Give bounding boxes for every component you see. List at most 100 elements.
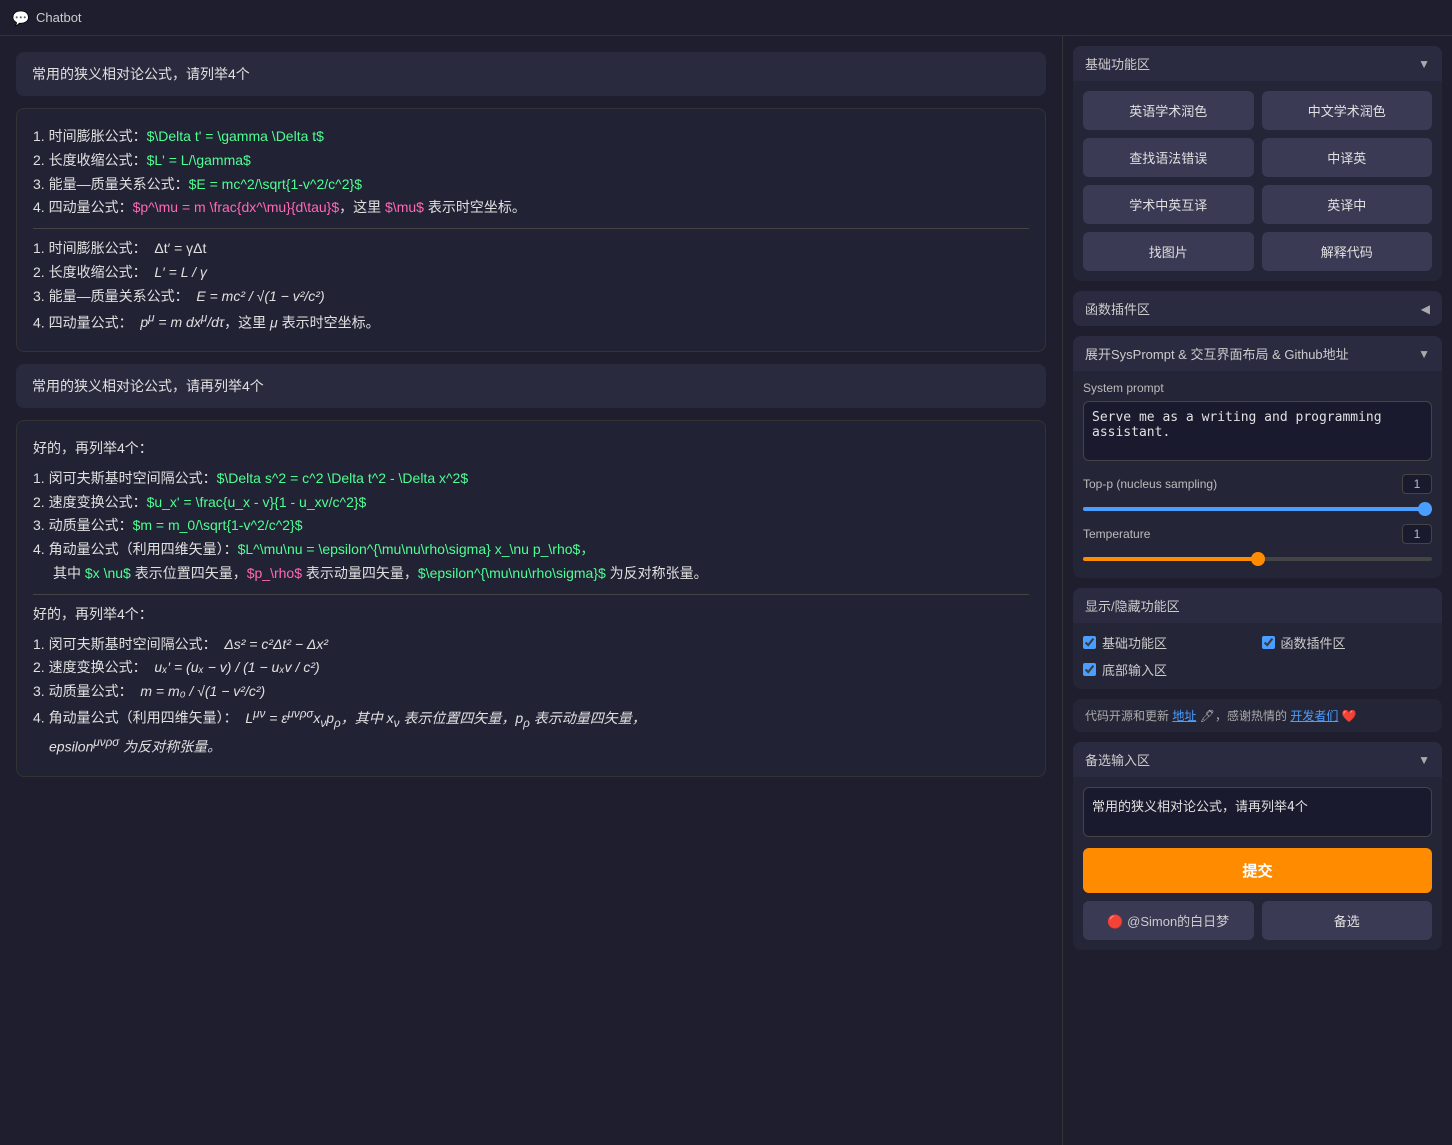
- formula-green-ang: $L^\mu\nu = \epsilon^{\mu\nu\rho\sigma} …: [238, 541, 595, 557]
- footer-link1[interactable]: 地址: [1172, 709, 1196, 723]
- backup-body: 提交 🔴 @Simon的白日梦 备选: [1073, 777, 1442, 950]
- btn-zh-en[interactable]: 中译英: [1262, 138, 1433, 177]
- formula-line-4: 4. 四动量公式：$p^\mu = m \frac{dx^\mu}{d\tau}…: [33, 196, 1029, 220]
- formula-line-2: 2. 长度收缩公式：$L' = L/\gamma$: [33, 149, 1029, 173]
- btn-explain-code[interactable]: 解释代码: [1262, 232, 1433, 271]
- footer-heart: ❤️: [1342, 709, 1357, 723]
- rendered-ang: 4. 角动量公式（利用四维矢量）： Lμν = εμνρσxνpρ，其中 xν …: [33, 704, 1029, 733]
- basic-func-header[interactable]: 基础功能区 ▼: [1073, 46, 1442, 81]
- item-block-1: 1. 闵可夫斯基时空间隔公式：$\Delta s^2 = c^2 \Delta …: [33, 467, 1029, 491]
- checkbox-plugin[interactable]: 函数插件区: [1262, 633, 1433, 652]
- divider-2: [33, 594, 1029, 595]
- formula-green-2: $L' = L/\gamma$: [147, 152, 251, 168]
- rendered-mink: 1. 闵可夫斯基时空间隔公式： Δs² = c²Δt² − Δx²: [33, 633, 1029, 657]
- title-bar-text: Chatbot: [36, 10, 82, 25]
- chat-messages[interactable]: 常用的狭义相对论公式，请列举4个 1. 时间膨胀公式：$\Delta t' = …: [0, 36, 1062, 1145]
- basic-func-grid: 英语学术润色 中文学术润色 查找语法错误 中译英 学术中英互译 英译中 找图片 …: [1083, 91, 1432, 271]
- formula-green-mink: $\Delta s^2 = c^2 \Delta t^2 - \Delta x^…: [217, 470, 469, 486]
- btn-en-zh[interactable]: 英译中: [1262, 185, 1433, 224]
- rendered-line-4: 4. 四动量公式： pμ = m dxμ/dτ，这里 μ 表示时空坐标。: [33, 309, 1029, 335]
- visibility-section: 显示/隐藏功能区 基础功能区 函数插件区: [1073, 588, 1442, 689]
- checkbox-grid: 基础功能区 函数插件区 底部输入区: [1083, 633, 1432, 679]
- checkbox-plugin-label: 函数插件区: [1281, 633, 1346, 652]
- sysprompt-label: System prompt: [1083, 381, 1432, 395]
- backup-extra-button[interactable]: 备选: [1262, 901, 1433, 940]
- plugin-func-header[interactable]: 函数插件区 ◀: [1073, 291, 1442, 326]
- backup-arrow: ▼: [1418, 753, 1430, 767]
- bottom-buttons: 🔴 @Simon的白日梦 备选: [1083, 901, 1432, 940]
- formula-green-1: $\Delta t' = \gamma \Delta t$: [147, 128, 324, 144]
- basic-func-section: 基础功能区 ▼ 英语学术润色 中文学术润色 查找语法错误 中译英 学术中英互译 …: [1073, 46, 1442, 281]
- item-note: 其中 $x \nu$ 表示位置四矢量，$p_\rho$ 表示动量四矢量，$\ep…: [33, 562, 1029, 586]
- item-block-2: 2. 速度变换公式：$u_x' = \frac{u_x - v}{1 - u_x…: [33, 491, 1029, 515]
- formula-green-x: $x \nu$: [85, 565, 131, 581]
- temperature-row: Temperature 1: [1083, 524, 1432, 544]
- formula-pink-1: $p^\mu = m \frac{dx^\mu}{d\tau}$: [133, 199, 340, 215]
- visibility-body: 基础功能区 函数插件区 底部输入区: [1073, 623, 1442, 689]
- rendered-mass: 3. 动质量公式： m = m₀ / √(1 − v²/c²): [33, 680, 1029, 704]
- footer-link-section: 代码开源和更新 地址 🖊，感谢热情的 开发者们 ❤️: [1073, 699, 1442, 732]
- checkbox-bottom-label: 底部输入区: [1102, 660, 1167, 679]
- top-p-value: 1: [1402, 474, 1432, 494]
- btn-zh-academic[interactable]: 中文学术润色: [1262, 91, 1433, 130]
- sysprompt-body: System prompt Top-p (nucleus sampling) 1…: [1073, 371, 1442, 578]
- sysprompt-input[interactable]: [1083, 401, 1432, 461]
- chat-panel: 常用的狭义相对论公式，请列举4个 1. 时间膨胀公式：$\Delta t' = …: [0, 36, 1062, 1145]
- temperature-slider-container: [1083, 548, 1432, 564]
- btn-grammar-check[interactable]: 查找语法错误: [1083, 138, 1254, 177]
- backup-input[interactable]: [1083, 787, 1432, 837]
- assistant-message-1: 1. 时间膨胀公式：$\Delta t' = \gamma \Delta t$ …: [16, 108, 1046, 352]
- rendered-line-3: 3. 能量—质量关系公式： E = mc² / √(1 − v²/c²): [33, 285, 1029, 309]
- checkbox-bottom[interactable]: 底部输入区: [1083, 660, 1254, 679]
- formula-pink-2: $\mu$: [385, 199, 424, 215]
- outro: 好的，再列举4个：: [33, 603, 1029, 627]
- rendered-ang-note: epsilonμνρσ 为反对称张量。: [33, 733, 1029, 759]
- submit-button[interactable]: 提交: [1083, 848, 1432, 893]
- item-block-3: 3. 动质量公式：$m = m_0/\sqrt{1-v^2/c^2}$: [33, 514, 1029, 538]
- backup-section: 备选输入区 ▼ 提交 🔴 @Simon的白日梦 备选: [1073, 742, 1442, 950]
- sysprompt-header[interactable]: 展开SysPrompt & 交互界面布局 & Github地址 ▼: [1073, 336, 1442, 371]
- app-container: 💬 Chatbot 常用的狭义相对论公式，请列举4个 1. 时间膨胀公式：$\D…: [0, 0, 1452, 1145]
- sysprompt-title: 展开SysPrompt & 交互界面布局 & Github地址: [1085, 344, 1349, 363]
- plugin-func-arrow: ◀: [1421, 302, 1430, 316]
- btn-en-academic[interactable]: 英语学术润色: [1083, 91, 1254, 130]
- visibility-title: 显示/隐藏功能区: [1085, 596, 1180, 615]
- basic-func-body: 英语学术润色 中文学术润色 查找语法错误 中译英 学术中英互译 英译中 找图片 …: [1073, 81, 1442, 281]
- plugin-func-title: 函数插件区: [1085, 299, 1150, 318]
- formula-line-3: 3. 能量—质量关系公式：$E = mc^2/\sqrt{1-v^2/c^2}$: [33, 173, 1029, 197]
- plugin-func-section: 函数插件区 ◀: [1073, 291, 1442, 326]
- checkbox-basic-input[interactable]: [1083, 636, 1096, 649]
- sysprompt-arrow: ▼: [1418, 347, 1430, 361]
- watermark-text: @Simon的白日梦: [1127, 914, 1229, 929]
- top-p-slider[interactable]: [1083, 507, 1432, 511]
- basic-func-title: 基础功能区: [1085, 54, 1150, 73]
- temperature-value: 1: [1402, 524, 1432, 544]
- item-block-4: 4. 角动量公式（利用四维矢量）：$L^\mu\nu = \epsilon^{\…: [33, 538, 1029, 562]
- reset-button[interactable]: 🔴 @Simon的白日梦: [1083, 901, 1254, 940]
- main-content: 常用的狭义相对论公式，请列举4个 1. 时间膨胀公式：$\Delta t' = …: [0, 36, 1452, 1145]
- assistant-intro: 好的，再列举4个：: [33, 437, 1029, 461]
- backup-title: 备选输入区: [1085, 750, 1150, 769]
- temperature-slider[interactable]: [1083, 557, 1432, 561]
- checkbox-basic[interactable]: 基础功能区: [1083, 633, 1254, 652]
- rendered-vel: 2. 速度变换公式： uₓ′ = (uₓ − v) / (1 − uₓv / c…: [33, 656, 1029, 680]
- weibo-icon: 🔴: [1107, 914, 1123, 929]
- user-message-1: 常用的狭义相对论公式，请列举4个: [16, 52, 1046, 96]
- formula-pink-p: $p_\rho$: [247, 565, 302, 581]
- formula-green-eps: $\epsilon^{\mu\nu\rho\sigma}$: [418, 565, 606, 581]
- assistant-message-2: 好的，再列举4个： 1. 闵可夫斯基时空间隔公式：$\Delta s^2 = c…: [16, 420, 1046, 777]
- checkbox-bottom-input[interactable]: [1083, 663, 1096, 676]
- formula-line-1: 1. 时间膨胀公式：$\Delta t' = \gamma \Delta t$: [33, 125, 1029, 149]
- user-message-2: 常用的狭义相对论公式，请再列举4个: [16, 364, 1046, 408]
- btn-academic-translate[interactable]: 学术中英互译: [1083, 185, 1254, 224]
- checkbox-plugin-input[interactable]: [1262, 636, 1275, 649]
- backup-header[interactable]: 备选输入区 ▼: [1073, 742, 1442, 777]
- formula-green-3: $E = mc^2/\sqrt{1-v^2/c^2}$: [189, 176, 362, 192]
- footer-link2[interactable]: 开发者们: [1290, 709, 1338, 723]
- visibility-header[interactable]: 显示/隐藏功能区: [1073, 588, 1442, 623]
- footer-text1: 代码开源和更新: [1085, 709, 1169, 723]
- btn-find-image[interactable]: 找图片: [1083, 232, 1254, 271]
- footer-text2: 🖊，感谢热情的: [1200, 709, 1287, 723]
- basic-func-arrow: ▼: [1418, 57, 1430, 71]
- formula-green-vel: $u_x' = \frac{u_x - v}{1 - u_xv/c^2}$: [147, 494, 367, 510]
